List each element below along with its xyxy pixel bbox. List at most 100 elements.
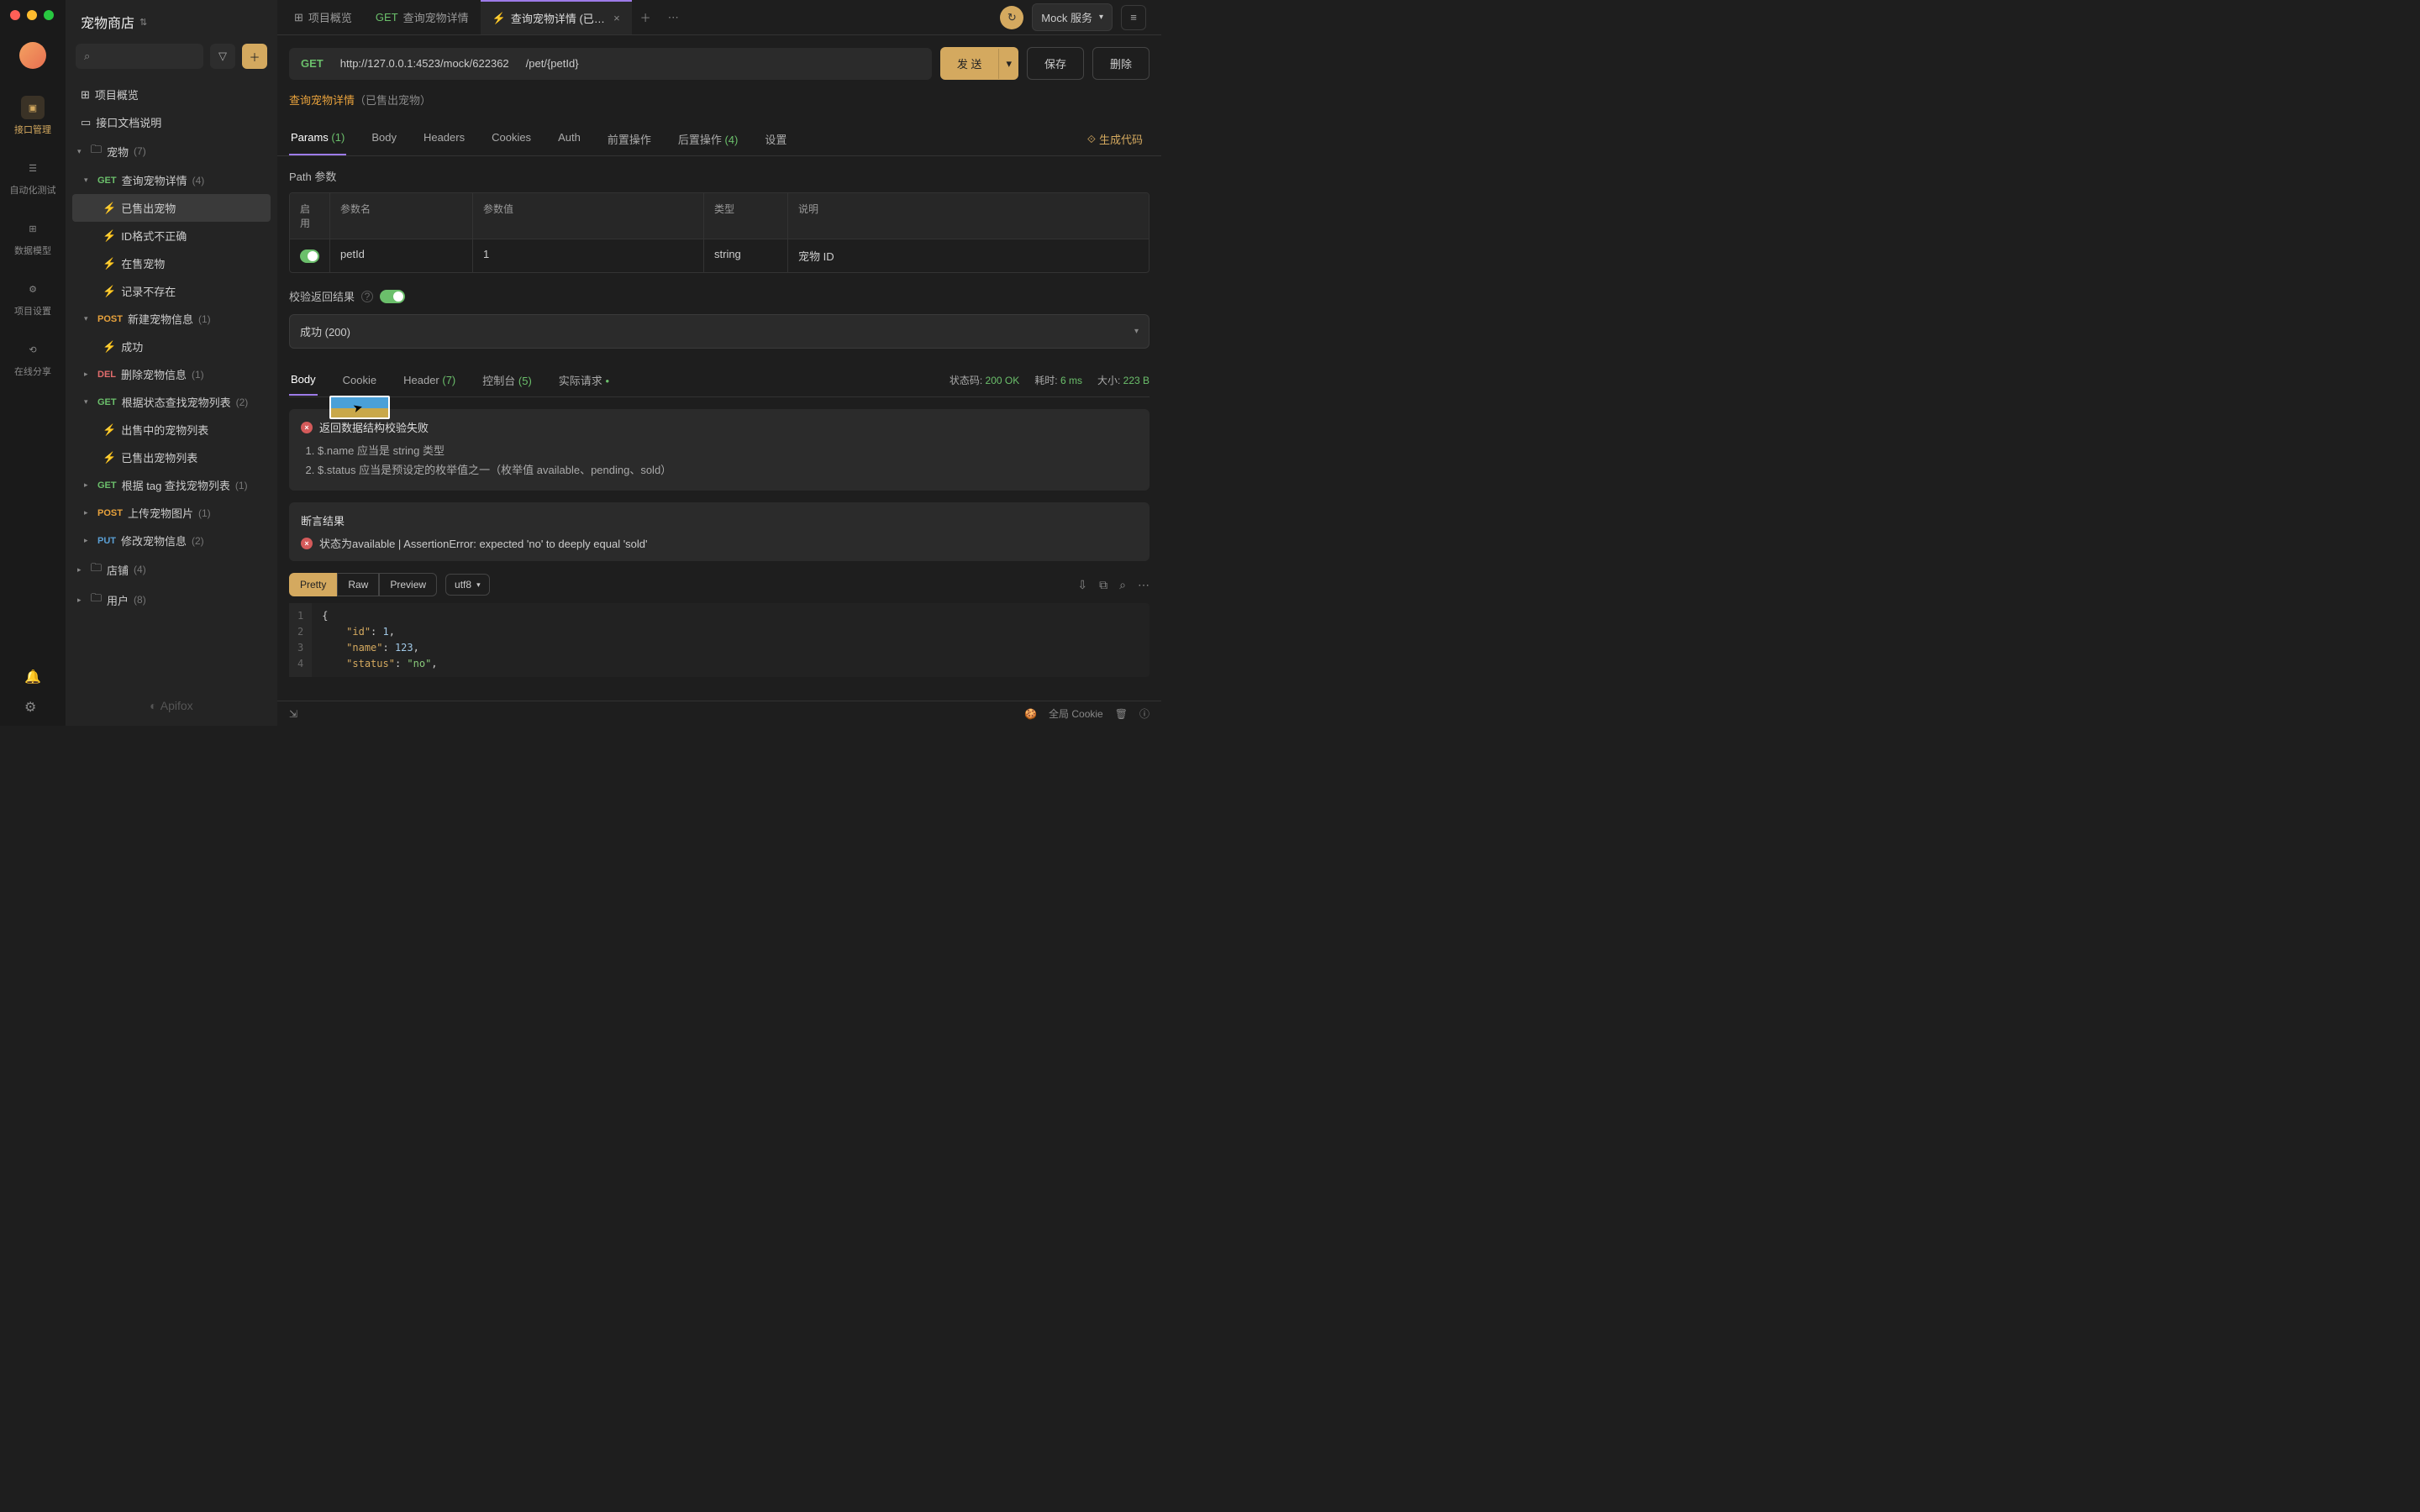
tree-endpoint-get-detail[interactable]: ▾ GET 查询宠物详情 (4)	[72, 166, 271, 194]
tab-overview[interactable]: ⊞ 项目概览	[282, 0, 364, 34]
rail-project-settings[interactable]: ⚙ 项目设置	[0, 267, 66, 328]
tree-overview[interactable]: ⊞ 项目概览	[72, 81, 271, 108]
help-icon[interactable]: ?	[361, 291, 373, 302]
global-cookie-button[interactable]: 全局 Cookie	[1049, 706, 1103, 721]
tree-case-sold-list[interactable]: ⚡ 已售出宠物列表	[72, 444, 271, 471]
view-preview-button[interactable]: Preview	[379, 573, 437, 596]
tree-endpoint-post-upload[interactable]: ▸ POST 上传宠物图片 (1)	[72, 499, 271, 527]
json-viewer[interactable]: 1234 { "id": 1, "name": 123, "status": "…	[289, 603, 1150, 677]
save-button[interactable]: 保存	[1027, 47, 1084, 80]
tab-more-button[interactable]: ⋯	[660, 11, 687, 24]
tab-get-detail[interactable]: GET 查询宠物详情	[364, 0, 481, 34]
add-button[interactable]: ＋	[242, 44, 267, 69]
tree-case-bad-id[interactable]: ⚡ ID格式不正确	[72, 222, 271, 249]
brand-label: Apifox	[160, 699, 193, 712]
url-input[interactable]: GET http://127.0.0.1:4523/mock/622362 /p…	[289, 48, 932, 80]
validate-toggle[interactable]	[380, 290, 405, 303]
help-icon[interactable]: ⓘ	[1139, 706, 1150, 721]
param-value-cell[interactable]: 1	[473, 239, 704, 272]
tree-folder-pet[interactable]: ▾ 🗀 宠物 (7)	[72, 136, 271, 166]
tree-endpoint-get-by-status[interactable]: ▾ GET 根据状态查找宠物列表 (2)	[72, 388, 271, 416]
copy-icon[interactable]: ⧉	[1099, 578, 1107, 592]
filter-button[interactable]: ▽	[210, 44, 235, 69]
tree-endpoint-get-by-tag[interactable]: ▸ GET 根据 tag 查找宠物列表 (1)	[72, 471, 271, 499]
tab-auth[interactable]: Auth	[556, 123, 582, 155]
send-dropdown[interactable]: ▾	[998, 49, 1018, 79]
generate-code-button[interactable]: ⟐ 生成代码	[1087, 123, 1150, 155]
rail-data-model[interactable]: ⊞ 数据模型	[0, 207, 66, 267]
notification-icon[interactable]: 🔔	[24, 669, 41, 685]
view-pretty-button[interactable]: Pretty	[289, 573, 337, 596]
error-icon: ×	[301, 538, 313, 549]
tree-endpoint-del[interactable]: ▸ DEL 删除宠物信息 (1)	[72, 360, 271, 388]
avatar[interactable]	[19, 42, 46, 69]
rail-automation[interactable]: ☰ 自动化测试	[0, 146, 66, 207]
param-desc-cell[interactable]: 宠物 ID	[788, 239, 1149, 272]
tree-endpoint-post-create[interactable]: ▾ POST 新建宠物信息 (1)	[72, 305, 271, 333]
param-enable-toggle[interactable]	[300, 249, 319, 263]
tree-case-on-sale[interactable]: ⚡ 在售宠物	[72, 249, 271, 277]
error-icon: ×	[301, 422, 313, 433]
delete-button[interactable]: 删除	[1092, 47, 1150, 80]
view-raw-button[interactable]: Raw	[337, 573, 379, 596]
tab-post-script[interactable]: 后置操作 (4)	[676, 123, 740, 155]
breadcrumb[interactable]: 查询宠物详情（已售出宠物）	[277, 92, 1161, 113]
tree-docs[interactable]: ▭ 接口文档说明	[72, 108, 271, 136]
window-minimize[interactable]	[27, 10, 37, 20]
more-icon[interactable]: ⋯	[1138, 578, 1150, 592]
resp-tab-header[interactable]: Header (7)	[402, 365, 457, 395]
tree-case-success[interactable]: ⚡ 成功	[72, 333, 271, 360]
tab-pre-script[interactable]: 前置操作	[606, 123, 653, 155]
tree-folder-shop[interactable]: ▸ 🗀 店铺 (4)	[72, 554, 271, 585]
response-status: 状态码: 200 OK 耗时: 6 ms 大小: 223 B	[950, 373, 1150, 387]
sync-button[interactable]: ↻	[1000, 6, 1023, 29]
rail-share[interactable]: ⟲ 在线分享	[0, 328, 66, 388]
resp-tab-cookie[interactable]: Cookie	[341, 365, 378, 395]
window-maximize[interactable]	[44, 10, 54, 20]
status-code-label: 状态码:	[950, 375, 982, 386]
tab-headers[interactable]: Headers	[422, 123, 466, 155]
tree-case-not-found[interactable]: ⚡ 记录不存在	[72, 277, 271, 305]
tab-add-button[interactable]: ＋	[632, 9, 660, 25]
request-tabs: Params (1) Body Headers Cookies Auth 前置操…	[277, 113, 1161, 156]
search-input[interactable]: ⌕	[76, 44, 203, 69]
toggle-panel-icon[interactable]: ⇲	[289, 708, 297, 720]
breadcrumb-suffix: （已售出宠物）	[355, 94, 431, 107]
send-button[interactable]: 发 送	[940, 47, 999, 80]
tree-count: (1)	[192, 369, 204, 381]
tab-body[interactable]: Body	[370, 123, 398, 155]
expected-response-select[interactable]: 成功 (200) ▾	[289, 314, 1150, 349]
error-item: $.status 应当是预设定的枚举值之一（枚举值 available、pend…	[318, 461, 1138, 477]
trash-icon[interactable]: 🗑	[1115, 708, 1128, 720]
tree-folder-user[interactable]: ▸ 🗀 用户 (8)	[72, 585, 271, 615]
resp-tab-console[interactable]: 控制台 (5)	[481, 364, 534, 396]
tree-case-sold[interactable]: ⚡ 已售出宠物	[72, 194, 271, 222]
window-close[interactable]	[10, 10, 20, 20]
project-title[interactable]: 宠物商店 ⇅	[66, 0, 277, 44]
download-icon[interactable]: ⇩	[1077, 578, 1087, 592]
bolt-icon: ⚡	[103, 229, 116, 243]
validate-label: 校验返回结果	[289, 288, 355, 304]
cookie-icon[interactable]: 🍪	[1024, 708, 1037, 720]
encoding-select[interactable]: utf8 ▾	[445, 574, 490, 596]
tab-settings[interactable]: 设置	[763, 123, 788, 155]
dot: •	[605, 375, 609, 387]
gear-icon[interactable]: ⚙	[24, 699, 41, 716]
tab-params[interactable]: Params (1)	[289, 123, 346, 155]
tree-endpoint-put-update[interactable]: ▸ PUT 修改宠物信息 (2)	[72, 527, 271, 554]
col-name: 参数名	[330, 193, 473, 239]
resp-tab-body[interactable]: Body	[289, 365, 318, 396]
tab-cookies[interactable]: Cookies	[490, 123, 533, 155]
search-icon[interactable]: ⌕	[1119, 578, 1126, 592]
caret-right-icon: ▸	[84, 508, 92, 517]
param-type-cell[interactable]: string	[704, 239, 788, 272]
rail-api-manage[interactable]: ▣ 接口管理	[0, 86, 66, 146]
menu-button[interactable]: ≡	[1121, 5, 1146, 30]
resp-tab-actual[interactable]: 实际请求 •	[557, 364, 611, 396]
tree-case-selling-list[interactable]: ⚡ 出售中的宠物列表	[72, 416, 271, 444]
tab-case-sold[interactable]: ⚡ 查询宠物详情 (已售出 ×	[481, 0, 632, 34]
param-name-cell[interactable]: petId	[330, 239, 473, 272]
close-icon[interactable]: ×	[613, 12, 620, 24]
tab-label: 查询宠物详情	[403, 9, 469, 25]
env-select[interactable]: Mock 服务 ▾	[1032, 3, 1113, 31]
